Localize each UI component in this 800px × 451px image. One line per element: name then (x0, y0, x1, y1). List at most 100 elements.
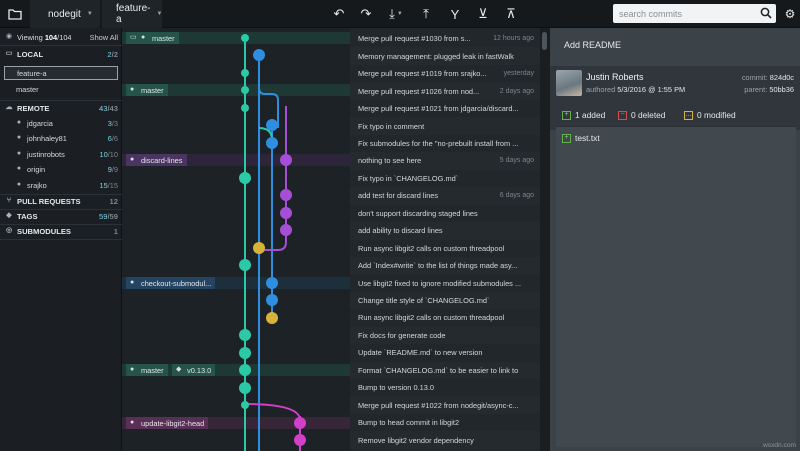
commit-row[interactable]: Merge pull request #1022 from nodegit/as… (350, 396, 540, 415)
commit-row[interactable]: Merge pull request #1026 from nod... 2 da… (350, 82, 540, 100)
commit-sha-line: commit: 824d0c (742, 73, 794, 82)
pop-button[interactable]: ⊼ (500, 0, 522, 28)
search-icon[interactable] (760, 7, 772, 19)
commit-row[interactable]: Update `README.md` to new version (350, 344, 540, 362)
commit-row[interactable]: Run async libgit2 calls on custom thread… (350, 239, 540, 257)
commit-row[interactable]: Remove libgit2 vendor dependency (350, 431, 540, 449)
commit-time: 5 days ago (499, 157, 534, 165)
sidebar-item-remote[interactable]: ● srajko 15/15 (0, 178, 122, 192)
stash-button[interactable]: ⊻ (472, 0, 494, 28)
commit-avatar-node[interactable] (239, 364, 251, 376)
push-button[interactable]: ⤒ (415, 0, 437, 28)
sidebar-item-remote[interactable]: ● johnhaley81 6/6 (0, 131, 122, 145)
commit-avatar-node[interactable] (253, 242, 265, 254)
commit-row[interactable]: Fix typo in comment (350, 117, 540, 135)
redo-button[interactable]: ↷ (355, 0, 377, 28)
scrollbar-thumb[interactable] (542, 32, 547, 50)
commit-row[interactable]: Format `CHANGELOG.md` to be easier to li… (350, 361, 540, 380)
commit-avatar-node[interactable] (280, 189, 292, 201)
ref-label-master[interactable]: ● master (126, 84, 168, 96)
commit-node[interactable] (241, 34, 249, 42)
settings-button[interactable]: ⚙ (780, 0, 800, 28)
show-all-link[interactable]: Show All (90, 33, 118, 42)
commit-avatar-node[interactable] (239, 382, 251, 394)
github-icon: ● (16, 150, 22, 157)
commit-sha[interactable]: 824d0c (770, 73, 794, 82)
commit-row[interactable]: Merge pull request #1030 from s... 12 hou… (350, 30, 540, 48)
commit-row[interactable]: add ability to discard lines (350, 221, 540, 240)
commit-row[interactable]: Change title style of `CHANGELOG.md` (350, 291, 540, 310)
commit-avatar-node[interactable] (280, 154, 292, 166)
ref-label-master[interactable]: ● master (126, 364, 168, 376)
tags-total: /59 (107, 211, 118, 221)
sidebar-item-remote[interactable]: ● justinrobots 10/10 (0, 147, 122, 161)
commit-row[interactable]: Memory management: plugged leak in fastW… (350, 47, 540, 66)
commit-row[interactable]: Use libgit2 fixed to ignore modified sub… (350, 274, 540, 292)
modified-icon: … (684, 110, 693, 120)
commit-avatar-node[interactable] (239, 329, 251, 341)
commit-row[interactable]: Fix docs for generate code (350, 326, 540, 345)
commit-node[interactable] (241, 86, 249, 94)
tags-header[interactable]: ◆ TAGS 59/59 (0, 209, 122, 223)
sidebar-item-remote[interactable]: ● origin 9/9 (0, 162, 122, 176)
open-repo-button[interactable] (0, 0, 30, 28)
commit-node[interactable] (241, 401, 249, 409)
file-row[interactable]: + test.txt (562, 131, 600, 145)
sidebar-item-master[interactable]: master (0, 82, 122, 96)
commit-avatar-node[interactable] (266, 277, 278, 289)
commit-avatar-node[interactable] (266, 119, 278, 131)
gear-icon: ⚙ (784, 7, 796, 21)
commit-message: Add `Index#write` to the list of things … (358, 261, 518, 271)
commit-row[interactable]: Fix typo in `CHANGELOG.md` (350, 170, 540, 188)
submodules-header[interactable]: ◎ SUBMODULES 1 (0, 224, 122, 238)
commit-row[interactable]: Run async libgit2 calls on custom thread… (350, 309, 540, 327)
commit-row[interactable]: don't support discarding staged lines (350, 205, 540, 223)
commit-time: 12 hours ago (493, 35, 534, 43)
branch-selector[interactable]: feature-a ▼ (102, 0, 162, 28)
search-input[interactable] (613, 4, 758, 23)
ref-label-checkout-submodules[interactable]: ● checkout-submodul... (126, 277, 216, 289)
commit-row[interactable]: Merge pull request #1019 from srajko... y… (350, 65, 540, 83)
commit-avatar-node[interactable] (294, 434, 306, 446)
commit-avatar-node[interactable] (266, 137, 278, 149)
commit-message: Run async libgit2 calls on custom thread… (358, 313, 505, 323)
commit-node[interactable] (241, 104, 249, 112)
ref-label-discard-lines[interactable]: ● discard-lines (126, 154, 187, 166)
ref-label-master[interactable]: ▭ ● master (126, 32, 179, 44)
sidebar-item-feature-a[interactable]: feature-a (4, 66, 118, 80)
commit-avatar-node[interactable] (294, 417, 306, 429)
commit-avatar-node[interactable] (239, 347, 251, 359)
scrollbar-track[interactable] (540, 28, 550, 451)
pull-button[interactable]: ⤓ ▼ (382, 0, 410, 28)
commit-row[interactable]: Bump to head commit in libgit2 (350, 414, 540, 432)
commit-row[interactable]: Fix submodules for the "no-prebuilt inst… (350, 135, 540, 153)
commit-avatar-node[interactable] (266, 294, 278, 306)
commit-header: Justin Roberts authored 5/3/2016 @ 1:55 … (550, 66, 800, 130)
sidebar: ◉ Viewing 104/104 Show All ▭ LOCAL 2/2 fe… (0, 28, 122, 451)
commit-graph[interactable]: ▭ ● master ● master ● discard-lines ● checkou… (122, 28, 350, 451)
commit-row[interactable]: nothing to see here 5 days ago (350, 152, 540, 170)
ref-label-update-libgit2-head[interactable]: ● update-libgit2-head (126, 417, 209, 429)
commit-avatar-node[interactable] (239, 172, 251, 184)
commit-avatar-node[interactable] (253, 49, 265, 61)
branch-button[interactable]: Y (444, 0, 466, 28)
sidebar-item-remote[interactable]: ● jdgarcia 3/3 (0, 116, 122, 130)
local-header[interactable]: ▭ LOCAL 2/2 (0, 47, 122, 61)
commit-row[interactable]: Bump to version 0.13.0 (350, 379, 540, 397)
commit-row[interactable]: add test for discard lines 6 days ago (350, 187, 540, 205)
pull-requests-header[interactable]: ⑂ PULL REQUESTS 12 (0, 194, 122, 208)
commit-message: add ability to discard lines (358, 226, 443, 236)
remote-header[interactable]: ☁ REMOTE 43/43 (0, 101, 122, 115)
commit-avatar-node[interactable] (280, 207, 292, 219)
commit-row[interactable]: Add `Index#write` to the list of things … (350, 256, 540, 275)
commit-avatar-node[interactable] (266, 312, 278, 324)
ref-label-tag[interactable]: ◆ v0.13.0 (172, 364, 216, 376)
undo-button[interactable]: ↶ (328, 0, 350, 28)
commit-avatar-node[interactable] (239, 259, 251, 271)
commit-row[interactable]: Merge pull request #1021 from jdgarcia/d… (350, 100, 540, 118)
commit-avatar-node[interactable] (280, 224, 292, 236)
parent-sha[interactable]: 50bb36 (769, 85, 794, 94)
repo-name: nodegit (48, 8, 81, 20)
commit-node[interactable] (241, 69, 249, 77)
repo-selector[interactable]: nodegit ▼ (30, 0, 100, 28)
